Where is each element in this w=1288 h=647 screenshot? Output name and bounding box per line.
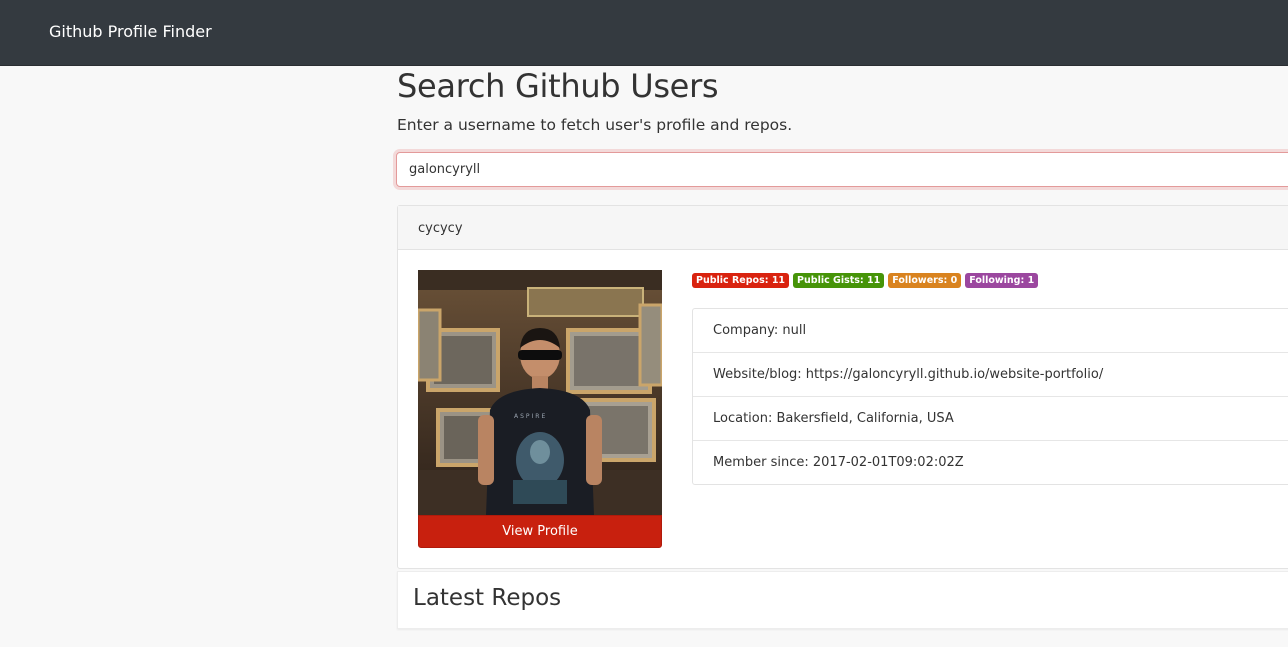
- svg-text:ASPIRE: ASPIRE: [514, 413, 547, 420]
- page-title: Search Github Users: [397, 67, 719, 105]
- company-item: Company: null: [693, 309, 1288, 353]
- search-input[interactable]: [396, 152, 1288, 187]
- view-profile-button[interactable]: View Profile: [418, 515, 662, 548]
- followers-badge: Followers: 0: [888, 273, 962, 288]
- profile-name: cycycy: [418, 221, 463, 236]
- main-container: Search Github Users Enter a username to …: [396, 66, 1288, 647]
- avatar: ASPIRE: [418, 270, 662, 515]
- page-lead: Enter a username to fetch user's profile…: [397, 116, 793, 134]
- profile-card: cycycy ASPIRE View Profile Public Repos:…: [397, 205, 1288, 569]
- public-repos-badge: Public Repos: 11: [692, 273, 790, 288]
- navbar: Github Profile Finder: [0, 0, 1288, 66]
- following-badge: Following: 1: [965, 273, 1039, 288]
- latest-repos-title: Latest Repos: [413, 585, 562, 611]
- navbar-brand[interactable]: Github Profile Finder: [49, 22, 212, 41]
- profile-card-header: cycycy: [398, 206, 1288, 250]
- avatar-photo: ASPIRE: [418, 270, 662, 515]
- website-item: Website/blog: https://galoncyryll.github…: [693, 353, 1288, 397]
- stats-badges: Public Repos: 11 Public Gists: 11 Follow…: [692, 273, 1039, 289]
- profile-details-list: Company: null Website/blog: https://galo…: [692, 308, 1288, 485]
- location-item: Location: Bakersfield, California, USA: [693, 397, 1288, 441]
- public-gists-badge: Public Gists: 11: [793, 273, 885, 288]
- latest-repos-card: Latest Repos: [397, 571, 1288, 629]
- member-since-item: Member since: 2017-02-01T09:02:02Z: [713, 455, 964, 470]
